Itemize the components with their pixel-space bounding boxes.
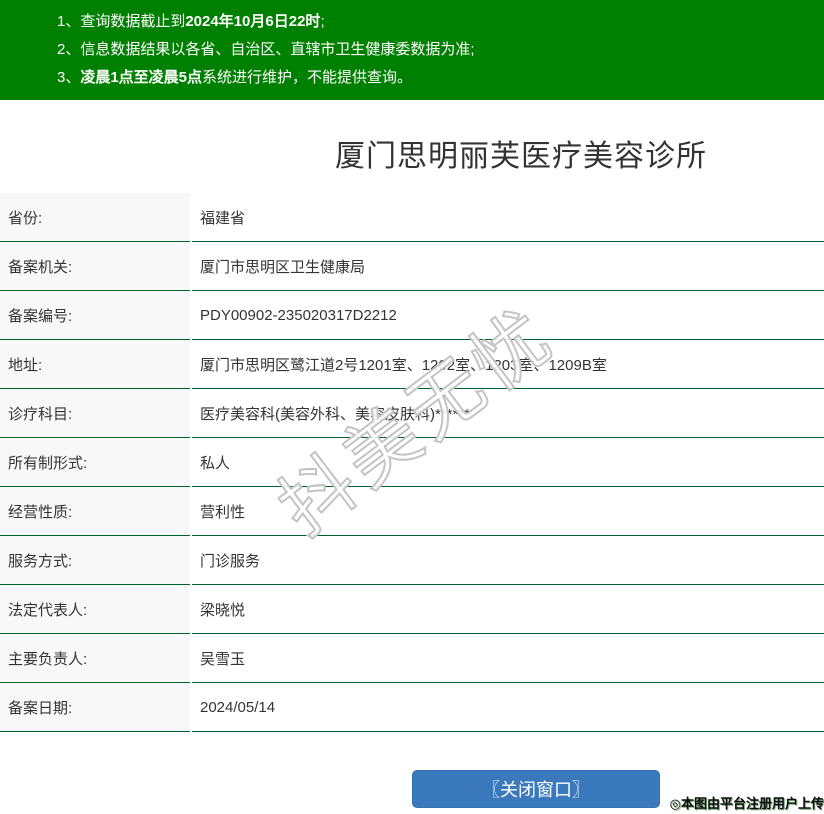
row-value-filing-number: PDY00902-235020317D2212 xyxy=(192,291,824,340)
notice-line-3-bold: 凌晨1点至凌晨5点 xyxy=(80,69,202,86)
table-row: 备案日期: 2024/05/14 xyxy=(0,683,824,732)
table-row: 经营性质: 营利性 xyxy=(0,487,824,536)
table-row: 备案机关: 厦门市思明区卫生健康局 xyxy=(0,242,824,291)
row-value-ownership-form: 私人 xyxy=(192,438,824,487)
page-title: 厦门思明丽芙医疗美容诊所 xyxy=(0,131,824,175)
table-row: 主要负责人: 吴雪玉 xyxy=(0,634,824,683)
notice-bar: 1、查询数据截止到2024年10月6日22时; 2、信息数据结果以各省、自治区、… xyxy=(0,0,824,100)
row-value-principal: 吴雪玉 xyxy=(192,634,824,683)
table-row: 地址: 厦门市思明区鹭江道2号1201室、1202室、1203室、1209B室 xyxy=(0,340,824,389)
notice-line-1-bold: 2024年10月6日22时 xyxy=(185,13,320,30)
attribution-text: ◎本图由平台注册用户上传 xyxy=(670,793,824,812)
notice-line-1-text: 1、查询数据截止到 xyxy=(57,13,185,30)
row-label-ownership-form: 所有制形式: xyxy=(0,438,190,487)
close-window-button[interactable]: 〖关闭窗口〗 xyxy=(412,770,660,808)
table-row: 法定代表人: 梁晓悦 xyxy=(0,585,824,634)
row-value-address: 厦门市思明区鹭江道2号1201室、1202室、1203室、1209B室 xyxy=(192,340,824,389)
row-value-province: 福建省 xyxy=(192,193,824,242)
row-value-filing-date: 2024/05/14 xyxy=(192,683,824,732)
row-label-address: 地址: xyxy=(0,340,190,389)
table-row: 备案编号: PDY00902-235020317D2212 xyxy=(0,291,824,340)
row-value-operating-nature: 营利性 xyxy=(192,487,824,536)
notice-line-3-suffix: 系统进行维护，不能提供查询。 xyxy=(202,69,412,86)
notice-line-3: 3、凌晨1点至凌晨5点系统进行维护，不能提供查询。 xyxy=(57,64,824,92)
row-value-filing-authority: 厦门市思明区卫生健康局 xyxy=(192,242,824,291)
table-row: 所有制形式: 私人 xyxy=(0,438,824,487)
row-label-filing-date: 备案日期: xyxy=(0,683,190,732)
row-label-legal-representative: 法定代表人: xyxy=(0,585,190,634)
row-label-filing-number: 备案编号: xyxy=(0,291,190,340)
notice-line-1-suffix: ; xyxy=(320,13,324,30)
row-label-treatment-subjects: 诊疗科目: xyxy=(0,389,190,438)
row-value-legal-representative: 梁晓悦 xyxy=(192,585,824,634)
row-label-filing-authority: 备案机关: xyxy=(0,242,190,291)
notice-line-1: 1、查询数据截止到2024年10月6日22时; xyxy=(57,8,824,36)
row-value-service-mode: 门诊服务 xyxy=(192,536,824,585)
table-row: 省份: 福建省 xyxy=(0,193,824,242)
row-label-operating-nature: 经营性质: xyxy=(0,487,190,536)
row-label-service-mode: 服务方式: xyxy=(0,536,190,585)
table-row: 诊疗科目: 医疗美容科(美容外科、美容皮肤科)****** xyxy=(0,389,824,438)
notice-line-3-text: 3、 xyxy=(57,69,80,86)
notice-line-2: 2、信息数据结果以各省、自治区、直辖市卫生健康委数据为准; xyxy=(57,36,824,64)
table-row: 服务方式: 门诊服务 xyxy=(0,536,824,585)
row-label-principal: 主要负责人: xyxy=(0,634,190,683)
record-table: 省份: 福建省 备案机关: 厦门市思明区卫生健康局 备案编号: PDY00902… xyxy=(0,193,824,732)
row-label-province: 省份: xyxy=(0,193,190,242)
row-value-treatment-subjects: 医疗美容科(美容外科、美容皮肤科)****** xyxy=(192,389,824,438)
notice-line-2-text: 2、信息数据结果以各省、自治区、直辖市卫生健康委数据为准; xyxy=(57,41,475,58)
